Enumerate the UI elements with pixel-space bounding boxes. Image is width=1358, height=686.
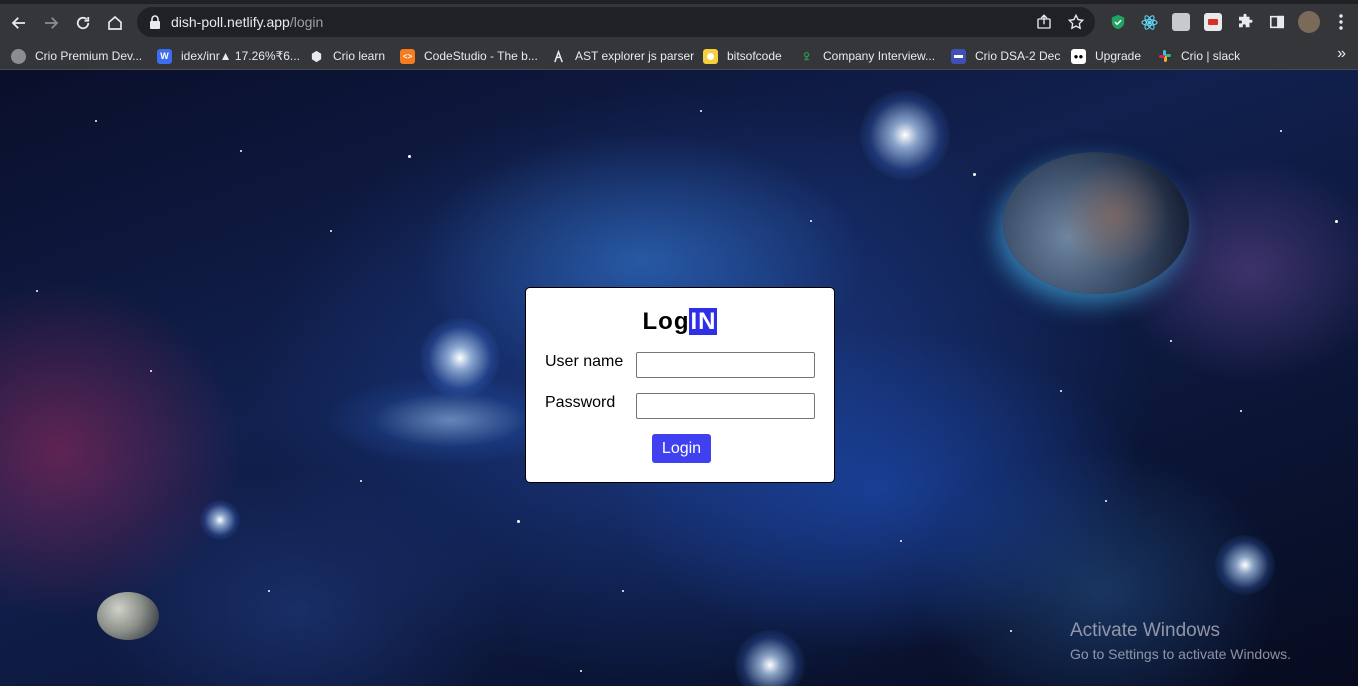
login-card: LogIN User name Password Login bbox=[525, 287, 835, 483]
idex-icon: W bbox=[157, 48, 172, 64]
activate-windows-subtitle: Go to Settings to activate Windows. bbox=[1070, 646, 1291, 662]
bookmark-label: Upgrade bbox=[1095, 49, 1142, 63]
share-icon[interactable] bbox=[1035, 13, 1053, 31]
bookmark-item[interactable]: bitsofcode bbox=[703, 46, 782, 66]
home-icon[interactable] bbox=[102, 10, 128, 36]
moon-image bbox=[97, 592, 159, 640]
bookmark-label: Crio DSA-2 Dec bbox=[975, 49, 1061, 63]
star-flare bbox=[200, 500, 240, 540]
bookmark-label: Company Interview... bbox=[823, 49, 936, 63]
star-flare bbox=[860, 90, 950, 180]
reload-icon[interactable] bbox=[70, 10, 96, 36]
bookmark-label: bitsofcode bbox=[727, 49, 782, 63]
address-bar[interactable]: dish-poll.netlify.app/login bbox=[137, 7, 1095, 37]
bookmark-item[interactable]: W idex/inr▲ 17.26%₹6... bbox=[157, 46, 300, 66]
bookmark-label: CodeStudio - The b... bbox=[424, 49, 538, 63]
chevron-right-icon[interactable]: » bbox=[1337, 45, 1346, 63]
password-label: Password bbox=[545, 394, 616, 411]
username-label: User name bbox=[545, 353, 624, 370]
codestudio-icon: <> bbox=[400, 48, 415, 64]
bookmark-item[interactable]: <> CodeStudio - The b... bbox=[400, 46, 538, 66]
menu-icon[interactable] bbox=[1332, 13, 1350, 31]
activate-windows-title: Activate Windows bbox=[1070, 620, 1220, 641]
gfg-icon: ꝿ bbox=[803, 52, 810, 63]
image-extension-icon[interactable] bbox=[1172, 13, 1190, 31]
bookmark-label: Crio learn bbox=[333, 49, 386, 63]
password-input[interactable] bbox=[636, 393, 815, 419]
login-button[interactable]: Login bbox=[652, 434, 711, 463]
bookmark-item[interactable]: Crio DSA-2 Dec bbox=[951, 46, 1060, 66]
username-input[interactable] bbox=[636, 352, 815, 378]
planet-image bbox=[1003, 152, 1189, 294]
extensions-icon[interactable] bbox=[1236, 13, 1254, 31]
browser-toolbar: dish-poll.netlify.app/login bbox=[0, 0, 1358, 42]
bookmark-label: Crio Premium Dev... bbox=[35, 49, 143, 63]
bitsofcode-icon bbox=[703, 48, 718, 64]
star-flare bbox=[420, 318, 500, 398]
bookmark-label: Crio | slack bbox=[1181, 49, 1241, 63]
ast-icon bbox=[551, 49, 566, 64]
slack-icon bbox=[1157, 49, 1172, 64]
medium-icon: ●● bbox=[1071, 48, 1086, 64]
login-title: LogIN bbox=[526, 308, 834, 336]
bookmark-item[interactable]: ꝿ Company Interview... bbox=[799, 46, 936, 66]
bookmark-item[interactable]: Crio learn bbox=[309, 46, 385, 66]
title-highlight: IN bbox=[689, 308, 718, 335]
bookmark-item[interactable]: Crio | slack bbox=[1157, 46, 1240, 66]
media-extension-icon[interactable] bbox=[1204, 13, 1222, 31]
url-domain: dish-poll.netlify.app bbox=[171, 14, 290, 30]
bookmark-item[interactable]: Crio Premium Dev... bbox=[11, 46, 142, 66]
bookmark-star-icon[interactable] bbox=[1067, 13, 1085, 31]
bookmark-label: AST explorer js parser bbox=[575, 49, 695, 63]
bookmark-item[interactable]: ●● Upgrade bbox=[1071, 46, 1141, 66]
crio-icon bbox=[309, 49, 324, 64]
bookmark-item[interactable]: AST explorer js parser bbox=[551, 46, 694, 66]
calendar-icon bbox=[951, 48, 966, 64]
back-icon[interactable] bbox=[6, 10, 32, 36]
url-text[interactable]: dish-poll.netlify.app/login bbox=[171, 14, 323, 30]
url-path: /login bbox=[289, 14, 324, 30]
star-flare bbox=[735, 630, 805, 686]
star-flare bbox=[1215, 535, 1275, 595]
side-panel-icon[interactable] bbox=[1268, 13, 1286, 31]
shield-extension-icon[interactable] bbox=[1109, 13, 1127, 31]
profile-avatar[interactable] bbox=[1298, 11, 1320, 33]
lock-icon bbox=[150, 15, 160, 29]
globe-icon bbox=[11, 48, 26, 64]
react-devtools-icon[interactable] bbox=[1140, 13, 1158, 31]
title-text: Log bbox=[642, 308, 690, 335]
bookmark-label: idex/inr▲ 17.26%₹6... bbox=[181, 49, 300, 63]
forward-icon[interactable] bbox=[38, 10, 64, 36]
bookmarks-bar: Crio Premium Dev... W idex/inr▲ 17.26%₹6… bbox=[0, 42, 1358, 70]
